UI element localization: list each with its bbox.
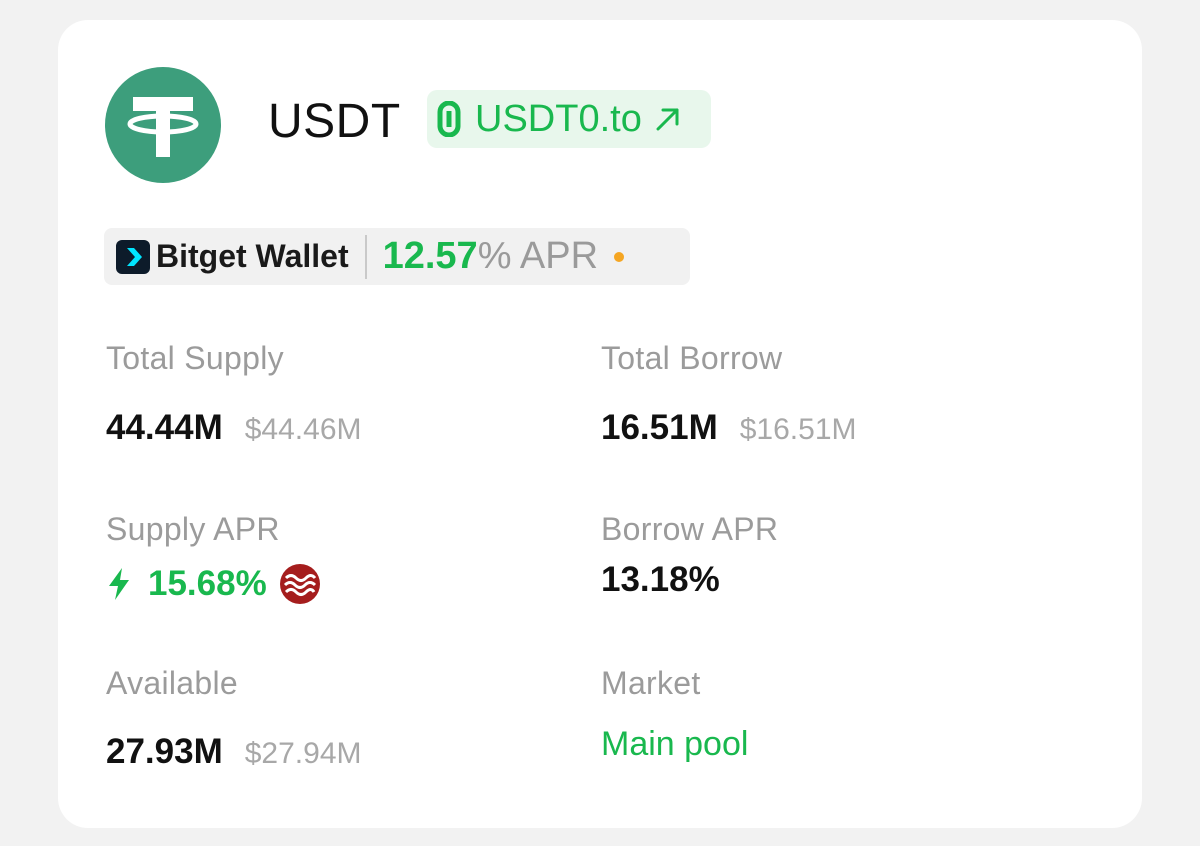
total-supply-usd: $44.46M (244, 413, 362, 446)
tether-icon (105, 67, 221, 183)
wallet-apr-suffix: % APR (477, 235, 599, 277)
lightning-bolt-icon (106, 567, 132, 601)
total-borrow-usd: $16.51M (739, 413, 857, 446)
bitget-wallet-icon (116, 239, 150, 274)
available-usd: $27.94M (244, 737, 362, 770)
token-symbol: USDT (268, 95, 401, 148)
total-supply-label: Total Supply (106, 340, 284, 376)
chain-link-icon (435, 101, 463, 137)
total-borrow-value: 16.51M $16.51M (601, 406, 857, 452)
divider (364, 234, 367, 279)
borrow-apr-value: 13.18% (601, 560, 720, 599)
market-card: USDT USDT0.to Bitget Wallet 12.57 % APR (58, 20, 1142, 828)
market-label: Market (601, 665, 701, 701)
available-amount: 27.93M (106, 732, 223, 771)
available-label: Available (106, 665, 238, 701)
external-arrow-icon (654, 105, 682, 133)
status-dot (614, 251, 625, 262)
market-pool-link[interactable]: Main pool (601, 722, 748, 766)
supply-apr-value: 15.68% (148, 564, 267, 603)
sui-reward-icon[interactable] (279, 563, 321, 605)
supply-apr-label: Supply APR (106, 511, 280, 547)
total-borrow-label: Total Borrow (601, 340, 783, 376)
usdt0-link-chip[interactable]: USDT0.to (427, 90, 711, 148)
wallet-apr-badge[interactable]: Bitget Wallet 12.57 % APR (104, 228, 690, 285)
total-borrow-amount: 16.51M (601, 408, 718, 447)
borrow-apr-label: Borrow APR (601, 511, 779, 547)
supply-apr-value-row: 15.68% (106, 562, 321, 606)
available-value: 27.93M $27.94M (106, 730, 362, 776)
usdt0-link-label: USDT0.to (475, 98, 642, 140)
total-supply-amount: 44.44M (106, 408, 223, 447)
total-supply-value: 44.44M $44.46M (106, 406, 362, 452)
wallet-apr-value: 12.57 (382, 235, 478, 277)
wallet-name: Bitget Wallet (156, 238, 349, 274)
